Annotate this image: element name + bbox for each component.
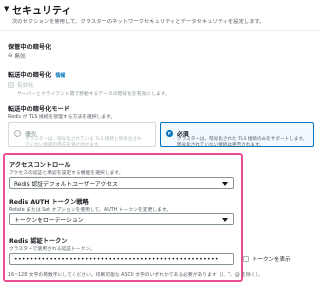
required-desc: クラスターは、暗号化された TLS 接続のみをサポートします。暗号化されていない…: [177, 137, 308, 148]
access-control-select[interactable]: Redis 認証デフォルトユーザーアクセス: [9, 177, 234, 189]
caret-down-icon: [222, 182, 228, 186]
auth-token-constraint: 16~128 文字の英数字にしてください。印刷可能な ASCII 文字のいずれか…: [8, 273, 263, 278]
encryption-at-rest-value: ⊖ 無効: [8, 53, 26, 60]
caret-down-icon: [222, 218, 228, 222]
required-radio[interactable]: [166, 130, 173, 137]
auth-token-change-select[interactable]: トークンをローテーション: [9, 213, 234, 225]
show-token-label: トークンを表示: [252, 257, 291, 263]
encryption-in-transit-checkbox-row: 有効化: [8, 81, 34, 89]
transit-mode-desc: Redis が TLS 接続を管理する方法を選択します。: [8, 115, 116, 120]
transit-mode-option-required[interactable]: 必須 クラスターは、暗号化された TLS 接続のみをサポートします。暗号化されて…: [160, 122, 314, 148]
divider: [0, 30, 320, 31]
encryption-in-transit-checkbox-desc: サーバーとクライアント間で移動するデータの暗号化を有効にします。: [17, 92, 170, 97]
section-description: 次のセクションを使用して、クラスターのネットワークセキュリティとデータセキュリテ…: [12, 19, 265, 25]
auth-token-desc: クラスターで使用される認証トークン。: [9, 247, 95, 252]
info-link[interactable]: 情報: [55, 72, 65, 79]
access-control-label: アクセスコントロール: [9, 162, 71, 169]
encryption-in-transit-checkbox-label: 有効化: [17, 83, 34, 89]
show-token-checkbox-row: トークンを表示: [243, 255, 291, 263]
encryption-at-rest-label: 保管中の暗号化: [8, 44, 52, 51]
auth-token-label: Redis 認証トークン: [9, 238, 68, 245]
section-title: セキュリティ: [12, 6, 72, 17]
collapse-caret-icon[interactable]: ▼: [4, 5, 9, 13]
show-token-checkbox[interactable]: [243, 256, 249, 262]
minus-circle-icon: ⊖: [8, 53, 13, 59]
encryption-in-transit-checkbox[interactable]: [8, 82, 14, 88]
encryption-in-transit-header: 転送中の暗号化 情報: [8, 70, 65, 79]
preferred-radio[interactable]: [14, 130, 21, 137]
auth-token-change-desc: Rotate または Set オプションを使用して、AUTH トークンを変更しま…: [9, 208, 172, 213]
transit-mode-option-preferred[interactable]: 優先 クラスターは、暗号化されている TLS 接続と暗号化されていない接続の両方…: [8, 122, 156, 148]
auth-token-change-label: Redis AUTH トークン戦略: [9, 199, 89, 206]
preferred-desc: クラスターは、暗号化されている TLS 接続と暗号化されていない接続の両方を受け…: [25, 137, 142, 148]
encryption-in-transit-label: 転送中の暗号化: [8, 72, 52, 79]
access-control-desc: アクセスの認証と承認を設定する機能を選択します。: [9, 171, 124, 176]
auth-token-input[interactable]: ••••••••••••••••••••••••••••••••••••••••…: [9, 253, 234, 265]
transit-mode-label: 転送中の暗号化モード: [8, 106, 70, 113]
